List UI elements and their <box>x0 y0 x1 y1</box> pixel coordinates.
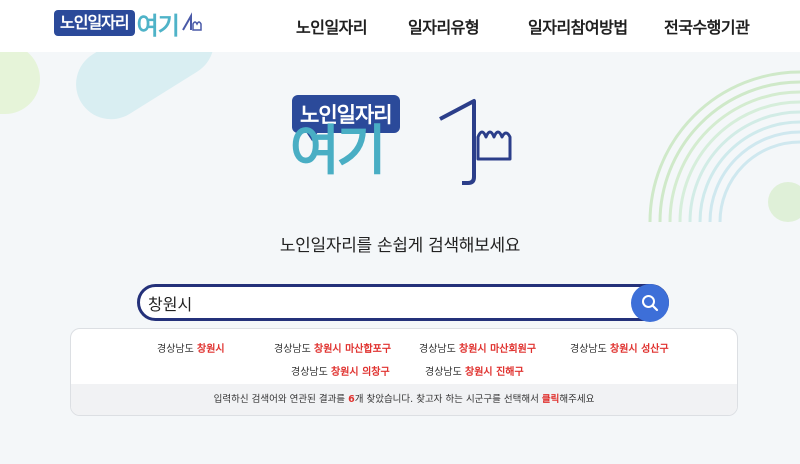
search-bar <box>137 284 669 322</box>
result-item[interactable]: 경상남도 창원시 성산구 <box>570 340 669 355</box>
search-button[interactable] <box>631 284 669 322</box>
result-item[interactable]: 경상남도 창원시 <box>157 340 225 355</box>
result-region: 경상남도 <box>419 344 456 355</box>
click-emphasis: 클릭 <box>541 394 560 405</box>
result-match: 창원시 <box>197 344 225 355</box>
result-item[interactable]: 경상남도 창원시 의창구 <box>291 363 390 378</box>
result-match: 창원시 마산회원구 <box>459 344 537 355</box>
search-input[interactable] <box>148 293 608 312</box>
nav-item-national-agencies[interactable]: 전국수행기관 <box>664 14 774 38</box>
summary-prefix: 입력하신 검색어와 연관된 결과를 <box>213 394 349 405</box>
result-item[interactable]: 경상남도 창원시 마산합포구 <box>274 340 391 355</box>
search-icon <box>642 295 659 312</box>
result-match: 창원시 성산구 <box>610 344 669 355</box>
result-region: 경상남도 <box>291 367 328 378</box>
search-results-panel: 경상남도 창원시 경상남도 창원시 마산합포구 경상남도 창원시 마산회원구 경… <box>70 328 738 416</box>
result-region: 경상남도 <box>425 367 462 378</box>
nav-item-job-types[interactable]: 일자리유형 <box>408 14 508 38</box>
results-summary: 입력하신 검색어와 연관된 결과를 6개 찾았습니다. 찾고자 하는 시군구를 … <box>71 384 737 415</box>
logo-badge: 노인일자리 <box>54 10 135 36</box>
result-match: 창원시 의창구 <box>331 367 390 378</box>
hero-logo: 노인일자리 여기 <box>290 95 530 195</box>
nav-item-senior-jobs[interactable]: 노인일자리 <box>296 14 396 38</box>
summary-suffix: 해주세요 <box>559 394 595 405</box>
pointing-hand-icon <box>181 12 202 31</box>
search-tagline: 노인일자리를 손쉽게 검색해보세요 <box>279 236 521 256</box>
result-count: 6 <box>348 394 355 405</box>
background-arcs-decoration <box>648 70 800 223</box>
background-decoration <box>0 44 40 114</box>
result-region: 경상남도 <box>570 344 607 355</box>
result-match: 창원시 마산합포구 <box>314 344 392 355</box>
summary-middle: 개 찾았습니다. 찾고자 하는 시군구를 선택해서 <box>354 394 542 405</box>
result-item[interactable]: 경상남도 창원시 진해구 <box>425 363 524 378</box>
result-region: 경상남도 <box>274 344 311 355</box>
top-header: 노인일자리 여기 노인일자리 일자리유형 일자리참여방법 전국수행기관 <box>0 0 800 52</box>
hero-logo-word: 여기 <box>290 119 386 182</box>
pointing-hand-icon <box>439 99 512 185</box>
result-item[interactable]: 경상남도 창원시 마산회원구 <box>419 340 536 355</box>
result-match: 창원시 진해구 <box>465 367 524 378</box>
site-logo[interactable]: 노인일자리 여기 <box>54 8 203 40</box>
nav-item-how-to-join[interactable]: 일자리참여방법 <box>528 14 648 38</box>
logo-word: 여기 <box>136 11 180 40</box>
result-region: 경상남도 <box>157 344 194 355</box>
